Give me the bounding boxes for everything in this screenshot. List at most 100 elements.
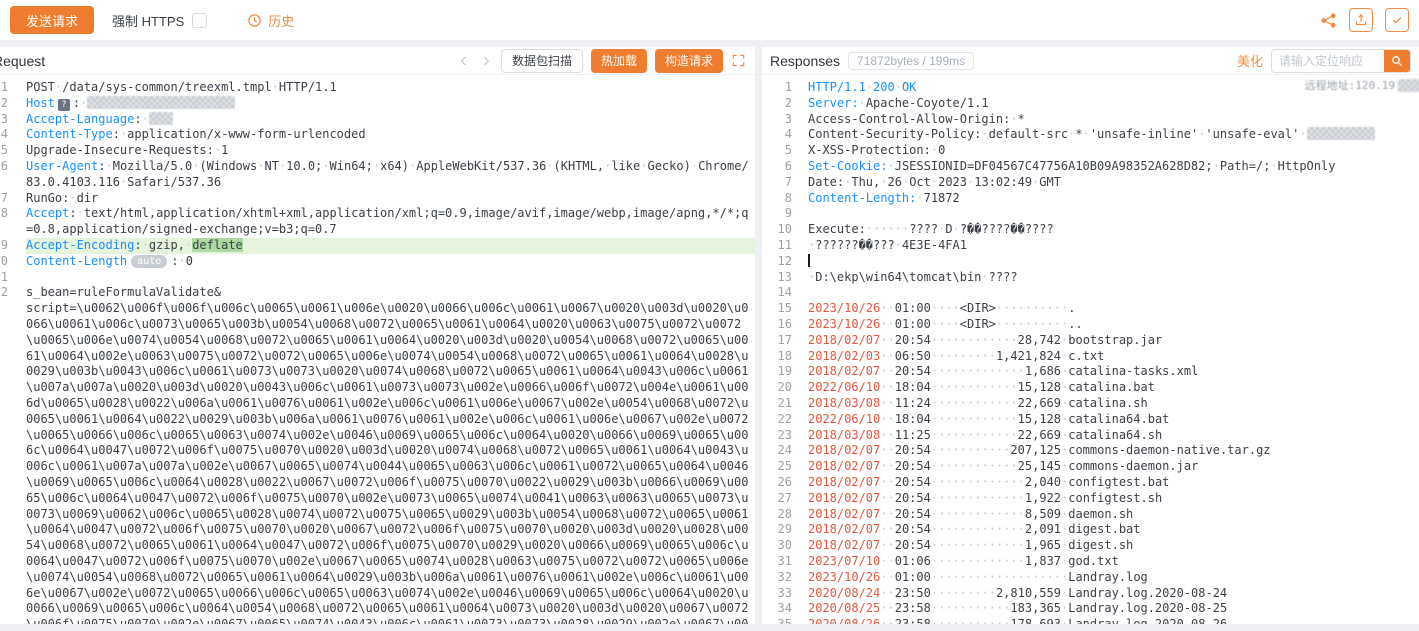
code-token: Accept (26, 206, 69, 220)
code-line[interactable]: 13·D:\ekp\win64\tomcat\bin·???? (762, 270, 1419, 286)
code-line[interactable]: 10Content-Lengthauto:·0 (0, 254, 755, 270)
tab-request[interactable]: Request (0, 53, 45, 69)
line-number: 33 (762, 586, 792, 602)
code-line[interactable]: 8Accept:·text/html,application/xhtml+xml… (0, 206, 755, 238)
share-icon[interactable] (1319, 11, 1337, 29)
code-token: 2018/02/07 (808, 538, 880, 552)
code-token: Content-Length (26, 254, 127, 268)
code-line[interactable]: 12s_bean=ruleFormulaValidate&script=\u00… (0, 285, 755, 624)
code-line[interactable]: 8Content-Length:·71872 (762, 191, 1419, 207)
code-line[interactable]: 11 (0, 270, 755, 286)
line-number: 3 (0, 112, 8, 128)
code-line[interactable]: 352020/08/26··23:58···········178,693·La… (762, 617, 1419, 624)
code-token: Server: (808, 96, 859, 110)
code-line[interactable]: 7RunGo:·dir (0, 191, 755, 207)
code-line[interactable]: 252018/02/07··20:54············25,145·co… (762, 459, 1419, 475)
code-line[interactable]: 262018/02/07··20:54·············2,040·co… (762, 475, 1419, 491)
text-cursor (808, 254, 810, 267)
engine-check-icon[interactable] (1385, 8, 1409, 32)
code-token: 2018/02/07 (808, 507, 880, 521)
export-icon[interactable] (1349, 8, 1373, 32)
code-line[interactable]: 212018/03/08··11:24············22,669·ca… (762, 396, 1419, 412)
code-line[interactable]: 272018/02/07··20:54·············1,922·co… (762, 491, 1419, 507)
code-line[interactable]: 11·??????��???·4E3E-4FA1 (762, 238, 1419, 254)
code-line[interactable]: 5Upgrade-Insecure-Requests:·1 (0, 143, 755, 159)
chevron-right-icon[interactable] (479, 54, 493, 68)
code-line[interactable]: 9Accept-Encoding:·gzip,·deflate (0, 238, 755, 254)
code-line[interactable]: 242018/02/07··20:54···········207,125·co… (762, 443, 1419, 459)
code-line[interactable]: 302018/02/07··20:54·············1,965·di… (762, 538, 1419, 554)
chevron-left-icon[interactable] (457, 54, 471, 68)
code-line[interactable]: 322023/10/26··01:00···················La… (762, 570, 1419, 586)
code-line[interactable]: 3Accept-Language:· (0, 112, 755, 128)
code-line[interactable]: 232018/03/08··11:25············22,669·ca… (762, 428, 1419, 444)
force-https-checkbox[interactable] (192, 13, 207, 28)
auto-content-length-tag: auto (131, 255, 167, 268)
line-number: 10 (0, 254, 8, 270)
remote-address-overlay: 远程地址:120.19 (1302, 77, 1419, 95)
code-token: 2018/02/07 (808, 364, 880, 378)
code-line[interactable]: 1POST·/data/sys-common/treexml.tmpl·HTTP… (0, 80, 755, 96)
redacted-blur (1307, 127, 1375, 140)
code-line[interactable]: 152023/10/26··01:00····<DIR>··········. (762, 301, 1419, 317)
code-token: :· (73, 96, 87, 110)
fullscreen-icon[interactable] (731, 53, 747, 69)
code-token: 2023/10/26 (808, 301, 880, 315)
line-number: 34 (762, 601, 792, 617)
code-token: ··20:54·············2,040·configtest.bat (880, 475, 1169, 489)
code-token: ··20:54·············1,686·catalina-tasks… (880, 364, 1198, 378)
code-token: :· (134, 112, 148, 126)
code-line[interactable]: 2Server:·Apache-Coyote/1.1 (762, 96, 1419, 112)
code-line[interactable]: 4Content-Security-Policy:·default-src·*·… (762, 127, 1419, 143)
construct-request-button[interactable]: 构造请求 (655, 49, 723, 73)
code-token: \u0062\u006f\u006f\u006c\u0065\u0061\u00… (26, 301, 748, 624)
code-line[interactable]: 14 (762, 285, 1419, 301)
response-editor[interactable]: 远程地址:120.19 1HTTP/1.1·200·OK2Server:·Apa… (762, 75, 1419, 624)
code-line[interactable]: 6Set-Cookie:·JSESSIONID=DF04567C47756A10… (762, 159, 1419, 175)
code-line[interactable]: 3Access-Control-Allow-Origin:·* (762, 112, 1419, 128)
code-line[interactable]: 2Host?:· (0, 96, 755, 112)
code-line[interactable]: 10Execute:······????·D·?��????��???? (762, 222, 1419, 238)
search-button[interactable] (1384, 49, 1410, 73)
code-line[interactable]: 4Content-Type:·application/x-www-form-ur… (0, 127, 755, 143)
search-input[interactable] (1272, 50, 1384, 72)
code-line[interactable]: 332020/08/24··23:50·········2,810,559·La… (762, 586, 1419, 602)
code-line[interactable]: 202022/06/10··18:04············15,128·ca… (762, 380, 1419, 396)
line-number: 22 (762, 412, 792, 428)
code-token: Content-Length: (808, 191, 916, 205)
code-token: 2022/06/10 (808, 412, 880, 426)
code-line[interactable]: 312023/07/10··01:06·············1,837·go… (762, 554, 1419, 570)
code-token: Host (26, 96, 55, 110)
code-token: :·text/html,application/xhtml+xml,applic… (26, 206, 749, 236)
history-button[interactable]: 历史 (245, 11, 294, 30)
code-line[interactable]: 292018/02/07··20:54·············2,091·di… (762, 522, 1419, 538)
code-line[interactable]: 172018/02/07··20:54············28,742·bo… (762, 333, 1419, 349)
code-line[interactable]: 282018/02/07··20:54·············8,509·da… (762, 507, 1419, 523)
code-token: deflate (192, 238, 243, 252)
code-line[interactable]: 6User-Agent:·Mozilla/5.0·(Windows·NT·10.… (0, 159, 755, 191)
request-editor[interactable]: 1POST·/data/sys-common/treexml.tmpl·HTTP… (0, 75, 755, 624)
hot-reload-button[interactable]: 热加载 (591, 49, 647, 73)
code-line[interactable]: 12 (762, 254, 1419, 270)
tab-responses[interactable]: Responses (770, 53, 840, 69)
code-token: Upgrade-Insecure-Requests:·1 (26, 143, 228, 157)
line-number: 10 (762, 222, 792, 238)
code-token: 2018/02/07 (808, 459, 880, 473)
beautify-button[interactable]: 美化 (1237, 51, 1263, 70)
code-line[interactable]: 192018/02/07··20:54·············1,686·ca… (762, 364, 1419, 380)
code-line[interactable]: 182018/02/03··06:50·········1,421,824·c.… (762, 349, 1419, 365)
send-request-button[interactable]: 发送请求 (10, 6, 94, 34)
code-line[interactable]: 5X-XSS-Protection:·0 (762, 143, 1419, 159)
line-number: 6 (762, 159, 792, 175)
code-line[interactable]: 222022/06/10··18:04············15,128·ca… (762, 412, 1419, 428)
code-line[interactable]: 342020/08/25··23:58···········183,365·La… (762, 601, 1419, 617)
line-number: 5 (762, 143, 792, 159)
code-line[interactable]: 162023/10/26··01:00····<DIR>··········.. (762, 317, 1419, 333)
code-line[interactable]: 9 (762, 206, 1419, 222)
packet-scan-button[interactable]: 数据包扫描 (501, 49, 583, 73)
line-number: 13 (762, 270, 792, 286)
code-line[interactable]: 7Date:·Thu,·26·Oct·2023·13:02:49·GMT (762, 175, 1419, 191)
line-number: 1 (762, 80, 792, 96)
line-number: 11 (0, 270, 8, 286)
code-token: ··20:54·············2,091·digest.bat (880, 522, 1140, 536)
